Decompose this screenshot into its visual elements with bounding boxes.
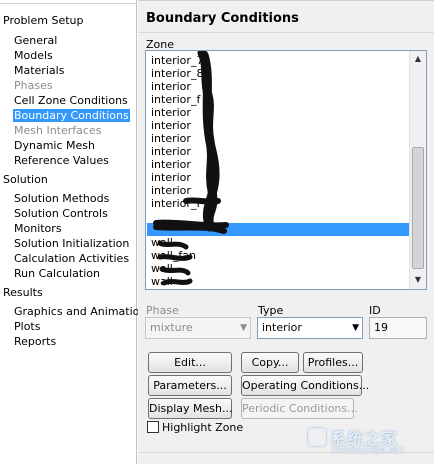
panel-header: Boundary Conditions <box>138 0 434 33</box>
copy-button[interactable]: Copy... <box>241 352 299 373</box>
tree-item-solution-controls[interactable]: Solution Controls <box>13 207 109 220</box>
phase-value: mixture <box>150 321 193 334</box>
parameters-button[interactable]: Parameters... <box>148 375 232 396</box>
divider <box>138 32 434 33</box>
type-label: Type <box>258 304 284 317</box>
type-value: interior <box>262 321 302 334</box>
zone-list[interactable]: interior_7 interior_8 interior interior_… <box>145 50 427 290</box>
zone-list-item[interactable]: wall <box>149 236 408 249</box>
tree-item-boundary-conditions[interactable]: Boundary Conditions <box>13 109 130 122</box>
divider <box>0 3 137 4</box>
zone-list-item[interactable]: interior <box>149 119 408 132</box>
tree-item-run-calculation[interactable]: Run Calculation <box>13 267 101 280</box>
zone-list-item[interactable]: interior <box>149 184 408 197</box>
zone-list-item[interactable]: interior <box>149 106 408 119</box>
tree-item-solution-initialization[interactable]: Solution Initialization <box>13 237 130 250</box>
tree-group-results[interactable]: Results <box>3 286 43 299</box>
chevron-down-icon: ▼ <box>352 323 359 333</box>
tree-item-materials[interactable]: Materials <box>13 64 65 77</box>
zone-list-item[interactable]: interior <box>149 132 408 145</box>
phase-select[interactable]: mixture ▼ <box>145 317 251 339</box>
zone-list-item[interactable]: interior <box>149 171 408 184</box>
zone-list-item[interactable]: interior_8 <box>149 67 408 80</box>
chevron-down-icon: ▼ <box>240 323 247 333</box>
type-select[interactable]: interior ▼ <box>257 317 363 339</box>
edit-button[interactable]: Edit... <box>148 352 232 373</box>
watermark-url: XITONGZHIJIA.NET <box>331 446 405 455</box>
id-label: ID <box>369 304 381 317</box>
tree-item-graphics-and-animations[interactable]: Graphics and Animations <box>13 305 153 318</box>
profiles-button[interactable]: Profiles... <box>303 352 363 373</box>
tree-item-models[interactable]: Models <box>13 49 54 62</box>
zone-list-item[interactable]: interior_7 <box>149 54 408 67</box>
navigation-tree: Problem Setup General Models Materials P… <box>0 0 152 464</box>
tree-group-solution[interactable]: Solution <box>3 173 48 186</box>
tree-item-general[interactable]: General <box>13 34 58 47</box>
zone-list-item[interactable]: interior <box>149 145 408 158</box>
tree-item-reports[interactable]: Reports <box>13 335 57 348</box>
operating-conditions-button[interactable]: Operating Conditions... <box>241 375 369 396</box>
highlight-zone-label: Highlight Zone <box>162 421 244 434</box>
zone-list-item[interactable]: interior <box>149 80 408 93</box>
scroll-up-icon[interactable]: ▲ <box>410 51 426 67</box>
zone-list-item-selected[interactable] <box>147 223 409 236</box>
tree-item-monitors[interactable]: Monitors <box>13 222 63 235</box>
zone-list-scrollbar[interactable]: ▲ ▼ <box>409 51 426 289</box>
tree-item-plots[interactable]: Plots <box>13 320 41 333</box>
tree-item-solution-methods[interactable]: Solution Methods <box>13 192 110 205</box>
watermark-logo <box>308 428 326 446</box>
zone-list-item[interactable]: wall <box>149 275 408 288</box>
scroll-down-icon[interactable]: ▼ <box>410 272 426 288</box>
scroll-thumb[interactable] <box>412 147 424 269</box>
tree-item-dynamic-mesh[interactable]: Dynamic Mesh <box>13 139 96 152</box>
zone-list-item[interactable]: wall_fan <box>149 249 408 262</box>
id-field: 19 <box>369 317 427 339</box>
tree-item-phases[interactable]: Phases <box>13 79 54 92</box>
zone-list-item[interactable]: wall <box>149 262 408 275</box>
tree-item-calculation-activities[interactable]: Calculation Activities <box>13 252 130 265</box>
tree-item-mesh-interfaces[interactable]: Mesh Interfaces <box>13 124 102 137</box>
highlight-zone-checkbox[interactable] <box>147 421 159 433</box>
display-mesh-button[interactable]: Display Mesh... <box>148 398 233 419</box>
tree-item-reference-values[interactable]: Reference Values <box>13 154 110 167</box>
phase-label: Phase <box>146 304 179 317</box>
zone-list-item[interactable]: interior <box>149 158 408 171</box>
boundary-conditions-panel: Boundary Conditions Zone interior_7 inte… <box>138 0 434 464</box>
zone-list-item[interactable]: interior_f <box>149 93 408 106</box>
tree-group-problem-setup[interactable]: Problem Setup <box>3 14 84 27</box>
watermark: 系统之家 XITONGZHIJIA.NET <box>300 420 434 460</box>
zone-list-item[interactable]: interior_f <box>149 197 408 210</box>
tree-item-cell-zone-conditions[interactable]: Cell Zone Conditions <box>13 94 129 107</box>
periodic-conditions-button[interactable]: Periodic Conditions... <box>241 398 358 419</box>
panel-title: Boundary Conditions <box>146 11 299 26</box>
